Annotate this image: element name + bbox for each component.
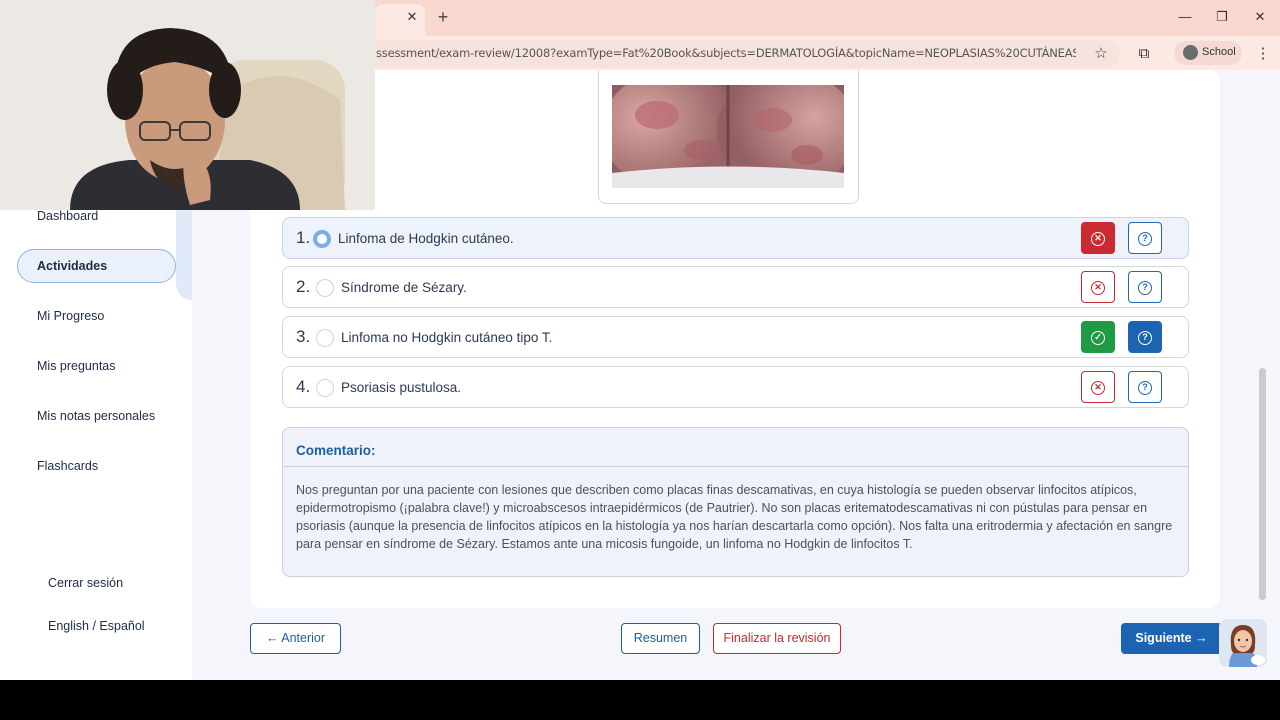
comment-text: Nos preguntan por una paciente con lesio… [296, 483, 1173, 551]
answer-option-1[interactable]: 1. Linfoma de Hodgkin cutáneo. ✕ ? [282, 217, 1189, 259]
close-window-icon[interactable]: ✕ [1245, 6, 1275, 28]
summary-button[interactable]: Resumen [621, 623, 700, 654]
clinical-image[interactable] [612, 85, 844, 188]
answer-option-3[interactable]: 3. Linfoma no Hodgkin cutáneo tipo T. ✓ … [282, 316, 1189, 358]
option-number: 3. [296, 327, 311, 346]
incorrect-icon[interactable]: ✕ [1081, 222, 1115, 254]
new-tab-icon[interactable]: + [432, 6, 454, 28]
option-text: Linfoma de Hodgkin cutáneo. [338, 231, 514, 246]
option-number: 4. [296, 377, 311, 396]
close-tab-icon[interactable]: ✕ [403, 8, 421, 26]
webcam-overlay [0, 0, 375, 210]
logout-link[interactable]: Cerrar sesión [48, 576, 123, 590]
incorrect-icon[interactable]: ✕ [1081, 371, 1115, 403]
correct-check-icon[interactable]: ✓ [1081, 321, 1115, 353]
minimize-icon[interactable]: — [1170, 6, 1200, 28]
profile-avatar [1183, 45, 1198, 60]
more-menu-icon[interactable]: ⋮ [1252, 43, 1274, 65]
extensions-icon[interactable]: ⧉ [1133, 43, 1155, 65]
option-text: Síndrome de Sézary. [341, 280, 467, 295]
sidebar-item-progreso[interactable]: Mi Progreso [37, 309, 104, 323]
sidebar-item-flashcards[interactable]: Flashcards [37, 459, 98, 473]
assistant-avatar[interactable] [1219, 619, 1267, 667]
language-toggle[interactable]: English / Español [48, 619, 145, 633]
bookmark-star-icon[interactable]: ☆ [1090, 43, 1112, 65]
bottom-bar [0, 680, 1280, 720]
comment-box: Comentario: Nos preguntan por una pacien… [282, 427, 1189, 577]
sidebar-accent [176, 210, 192, 300]
url-text[interactable]: ssessment/exam-review/12008?examType=Fat… [376, 46, 1076, 60]
next-button[interactable]: Siguiente → [1121, 623, 1222, 654]
option-radio[interactable] [316, 379, 334, 397]
restore-icon[interactable]: ❐ [1207, 6, 1237, 28]
page-scrollbar[interactable] [1259, 368, 1266, 600]
sidebar-item-preguntas[interactable]: Mis preguntas [37, 359, 116, 373]
answer-option-2[interactable]: 2. Síndrome de Sézary. ✕ ? [282, 266, 1189, 308]
help-icon[interactable]: ? [1128, 222, 1162, 254]
incorrect-icon[interactable]: ✕ [1081, 271, 1115, 303]
option-radio[interactable] [316, 279, 334, 297]
help-icon[interactable]: ? [1128, 321, 1162, 353]
profile-label: School [1202, 46, 1236, 58]
option-radio[interactable] [316, 329, 334, 347]
comment-divider [283, 466, 1188, 467]
comment-title: Comentario: [296, 443, 376, 458]
help-icon[interactable]: ? [1128, 371, 1162, 403]
finish-review-button[interactable]: Finalizar la revisión [713, 623, 841, 654]
sidebar-item-dashboard[interactable]: Dashboard [37, 209, 98, 223]
previous-button[interactable]: ← Anterior [250, 623, 341, 654]
answer-option-4[interactable]: 4. Psoriasis pustulosa. ✕ ? [282, 366, 1189, 408]
option-radio[interactable] [313, 230, 331, 248]
option-text: Psoriasis pustulosa. [341, 380, 462, 395]
option-number: 2. [296, 277, 311, 296]
sidebar-item-notas[interactable]: Mis notas personales [37, 409, 155, 423]
help-icon[interactable]: ? [1128, 271, 1162, 303]
option-number: 1. [296, 228, 311, 247]
option-text: Linfoma no Hodgkin cutáneo tipo T. [341, 330, 553, 345]
sidebar-item-actividades[interactable]: Actividades [37, 259, 107, 273]
